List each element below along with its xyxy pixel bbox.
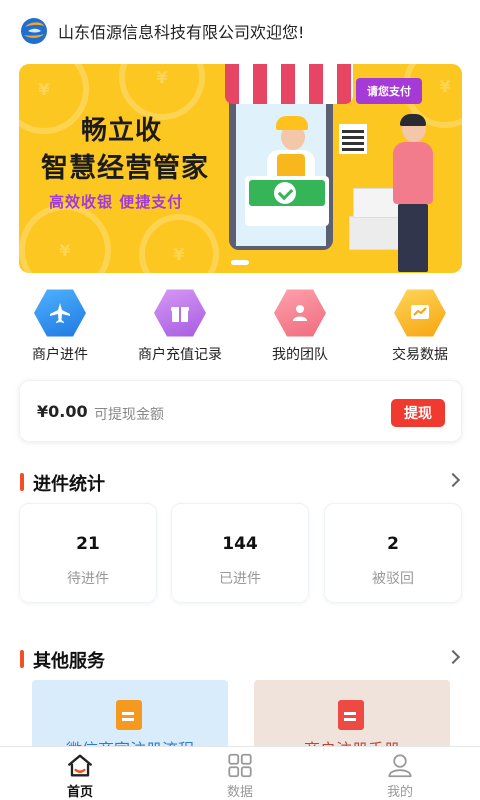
withdraw-button[interactable]: 提现: [391, 399, 445, 427]
customer-illustration: [393, 142, 433, 204]
grid-icon: [228, 753, 252, 778]
airplane-icon: [34, 288, 86, 338]
quick-action-label: 交易数据: [392, 347, 448, 363]
coin-decoration: ¥: [19, 64, 89, 134]
section-title: 进件统计: [33, 474, 105, 495]
stat-value: 144: [222, 534, 258, 554]
withdrawable-amount-label: 可提现金额: [94, 407, 164, 423]
company-logo-icon: [20, 17, 48, 45]
tab-profile[interactable]: 我的: [320, 747, 480, 800]
gift-icon: [154, 288, 206, 338]
home-icon: [68, 754, 92, 777]
stat-card-rejected[interactable]: 2 被驳回: [324, 503, 462, 603]
quick-action-merchant-onboarding[interactable]: 商户进件: [0, 288, 120, 368]
coin-decoration: ¥: [19, 204, 111, 273]
stat-label: 待进件: [67, 571, 109, 587]
carousel-indicator[interactable]: [231, 260, 249, 265]
services-section-header[interactable]: 其他服务: [20, 647, 461, 672]
stats-section-header[interactable]: 进件统计: [20, 470, 461, 495]
store-awning-illustration: [225, 64, 353, 104]
stat-value: 21: [76, 534, 100, 554]
promo-banner[interactable]: ¥ ¥ ¥ ¥ ¥ 畅立收 智慧经营管家 高效收银 便捷支付 请您支付: [19, 64, 462, 273]
chart-icon: [394, 288, 446, 338]
check-icon: [274, 182, 296, 204]
top-header: 山东佰源信息科技有限公司欢迎您!: [0, 0, 480, 62]
coin-decoration: ¥: [139, 214, 219, 273]
app-page: 山东佰源信息科技有限公司欢迎您! ¥ ¥ ¥ ¥ ¥ 畅立收 智慧经营管家 高效…: [0, 0, 480, 800]
pay-tag: 请您支付: [356, 78, 422, 104]
quick-actions: 商户进件 商户充值记录 我的团队 交易数据: [0, 288, 480, 368]
section-marker: [20, 473, 24, 491]
service-card-wechat-registration[interactable]: 微信商家注册流程: [32, 680, 228, 752]
tab-label: 数据: [226, 785, 253, 800]
quick-action-label: 商户进件: [32, 347, 88, 363]
cashier-hat: [276, 116, 308, 130]
stats-cards: 21 待进件 144 已进件 2 被驳回: [19, 503, 462, 603]
banner-title: 畅立收: [81, 116, 163, 146]
withdrawable-amount: ¥0.00: [37, 402, 88, 421]
chevron-right-icon[interactable]: [445, 649, 461, 665]
qr-code-icon: [339, 124, 367, 154]
tab-label: 首页: [66, 785, 93, 800]
stat-card-pending[interactable]: 21 待进件: [19, 503, 157, 603]
section-marker: [20, 650, 24, 668]
quick-action-label: 我的团队: [272, 347, 328, 363]
chevron-right-icon[interactable]: [445, 472, 461, 488]
quick-action-my-team[interactable]: 我的团队: [240, 288, 360, 368]
service-card-merchant-manual[interactable]: 商户注册手册: [254, 680, 450, 752]
stat-label: 已进件: [219, 571, 261, 587]
customer-hair: [400, 114, 426, 126]
document-icon: [338, 700, 364, 730]
banner-slogan: 高效收银 便捷支付: [49, 193, 184, 211]
banner-subtitle-line: 智慧经营管家: [41, 153, 209, 184]
customer-legs: [398, 204, 428, 272]
bottom-tab-bar: 首页 数据 我的: [0, 746, 480, 800]
stat-card-completed[interactable]: 144 已进件: [171, 503, 309, 603]
stat-value: 2: [387, 534, 399, 554]
document-icon: [116, 700, 142, 730]
tab-data[interactable]: 数据: [160, 747, 320, 800]
quick-action-transaction-data[interactable]: 交易数据: [360, 288, 480, 368]
quick-action-label: 商户充值记录: [138, 347, 222, 363]
profile-icon: [388, 754, 412, 778]
package-illustration: [349, 216, 401, 250]
tab-label: 我的: [386, 785, 413, 800]
payment-success-screen: [245, 176, 329, 226]
quick-action-recharge-records[interactable]: 商户充值记录: [120, 288, 240, 368]
balance-card: ¥0.00 可提现金额 提现: [19, 380, 462, 442]
team-icon: [274, 288, 326, 338]
section-title: 其他服务: [33, 651, 105, 672]
stat-label: 被驳回: [372, 571, 414, 587]
welcome-text: 山东佰源信息科技有限公司欢迎您!: [58, 23, 305, 42]
tab-home[interactable]: 首页: [0, 747, 160, 800]
